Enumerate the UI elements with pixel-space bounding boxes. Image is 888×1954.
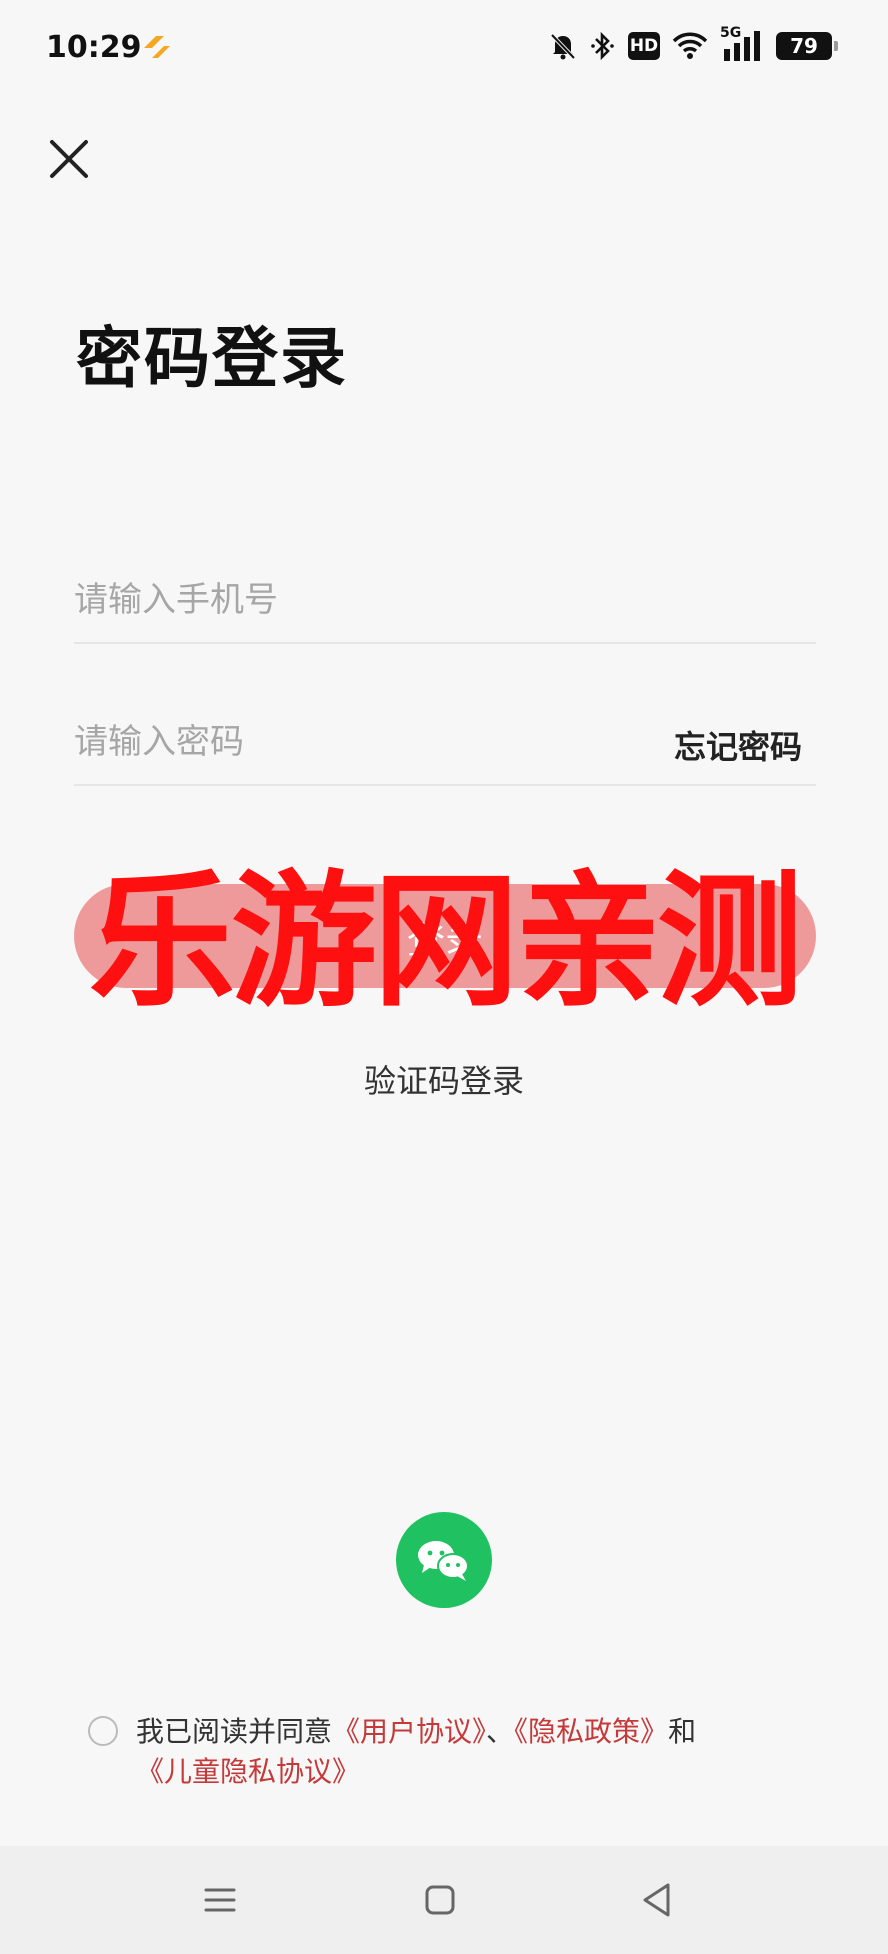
wechat-icon [418,1541,469,1581]
phone-input[interactable] [74,562,634,638]
forgot-password-link[interactable]: 忘记密码 [674,722,802,768]
phone-field [74,562,816,644]
agreement-checkbox[interactable] [88,1716,118,1746]
agreement-text: 我已阅读并同意《用户协议》、《隐私政策》和 《儿童隐私协议》 [136,1712,808,1792]
code-login-link[interactable]: 验证码登录 [0,1056,888,1102]
close-icon[interactable] [44,134,94,184]
user-agreement-link[interactable]: 《用户协议》 [332,1715,486,1748]
watermark-text: 乐游网亲测 [89,857,803,1027]
menu-icon[interactable] [196,1876,244,1924]
home-square-icon[interactable] [416,1876,464,1924]
mute-bell-icon [550,33,576,60]
battery-indicator: 79 [776,32,838,60]
status-time: 10:29 [46,30,142,65]
agreement-prefix: 我已阅读并同意 [136,1715,333,1748]
hd-badge: HD [628,32,660,60]
agreement-separator: 、 [486,1715,515,1748]
child-privacy-link[interactable]: 《儿童隐私协议》 [136,1755,360,1788]
app-notification-icon [144,36,170,58]
privacy-policy-link[interactable]: 《隐私政策》 [514,1715,668,1748]
page-title: 密码登录 [76,320,348,397]
agreement-section: 我已阅读并同意《用户协议》、《隐私政策》和 《儿童隐私协议》 [88,1712,808,1792]
status-bar: 10:29 HD 5G 79 [0,0,888,100]
cellular-signal: 5G [720,25,764,63]
status-icons: HD 5G 79 [548,25,838,66]
password-field: 忘记密码 [74,704,816,786]
signal-bars-icon [724,31,760,61]
bluetooth-icon [591,31,614,61]
wechat-login-button[interactable] [396,1512,492,1608]
wifi-icon [672,32,708,59]
agreement-conjunction: 和 [668,1715,697,1748]
password-input[interactable] [74,704,634,780]
system-navigation-bar [0,1846,888,1954]
back-triangle-icon[interactable] [634,1876,682,1924]
